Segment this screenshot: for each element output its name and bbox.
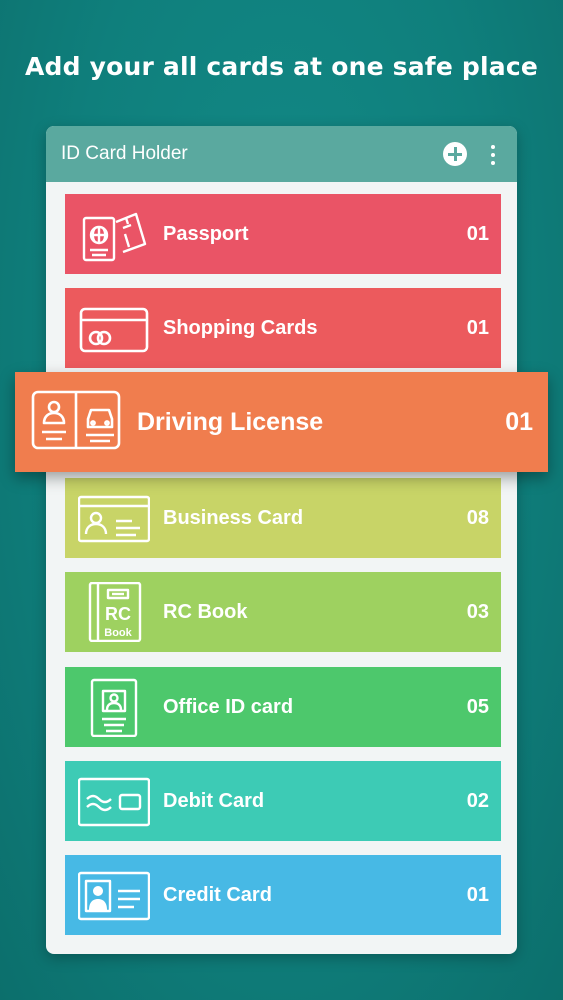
card-row-business-card[interactable]: Business Card 08	[65, 478, 501, 558]
card-row-rc-book[interactable]: RC Book RC Book 03	[65, 572, 501, 652]
headline: Add your all cards at one safe place	[24, 52, 539, 81]
rc-icon-text-top: RC	[105, 604, 131, 624]
app-title: ID Card Holder	[61, 143, 188, 164]
card-label: RC Book	[163, 601, 248, 623]
card-count: 01	[466, 223, 489, 245]
passport-icon	[78, 204, 150, 264]
card-count: 08	[466, 507, 489, 529]
app-bar: ID Card Holder	[46, 126, 517, 182]
card-count: 03	[466, 601, 489, 623]
shopping-card-icon	[78, 298, 150, 358]
card-row-office-id-card[interactable]: Office ID card 05	[65, 667, 501, 747]
card-row-driving-license[interactable]: Driving License 01	[15, 372, 548, 472]
card-count: 01	[466, 317, 489, 339]
card-count: 01	[466, 884, 489, 906]
card-label: Business Card	[163, 507, 304, 529]
card-row-passport[interactable]: Passport 01	[65, 194, 501, 274]
card-label: Credit Card	[163, 884, 272, 906]
card-row-credit-card[interactable]: Credit Card 01	[65, 855, 501, 935]
rc-book-icon: RC Book	[78, 582, 150, 642]
debit-card-icon	[78, 771, 150, 831]
credit-card-icon	[78, 865, 150, 925]
office-id-icon	[78, 677, 150, 737]
driving-license-icon	[30, 387, 122, 453]
business-card-icon	[78, 488, 150, 548]
card-count: 02	[466, 790, 489, 812]
card-label: Shopping Cards	[163, 317, 318, 339]
card-row-shopping-cards[interactable]: Shopping Cards 01	[65, 288, 501, 368]
card-label: Passport	[163, 223, 249, 245]
card-count: 01	[505, 408, 533, 436]
add-card-icon[interactable]	[443, 142, 467, 166]
card-row-debit-card[interactable]: Debit Card 02	[65, 761, 501, 841]
card-label: Office ID card	[163, 696, 294, 718]
card-label: Driving License	[137, 408, 324, 436]
card-label: Debit Card	[163, 790, 265, 812]
rc-icon-text-bottom: Book	[104, 627, 132, 639]
more-menu-icon[interactable]	[488, 143, 498, 167]
card-count: 05	[466, 696, 489, 718]
